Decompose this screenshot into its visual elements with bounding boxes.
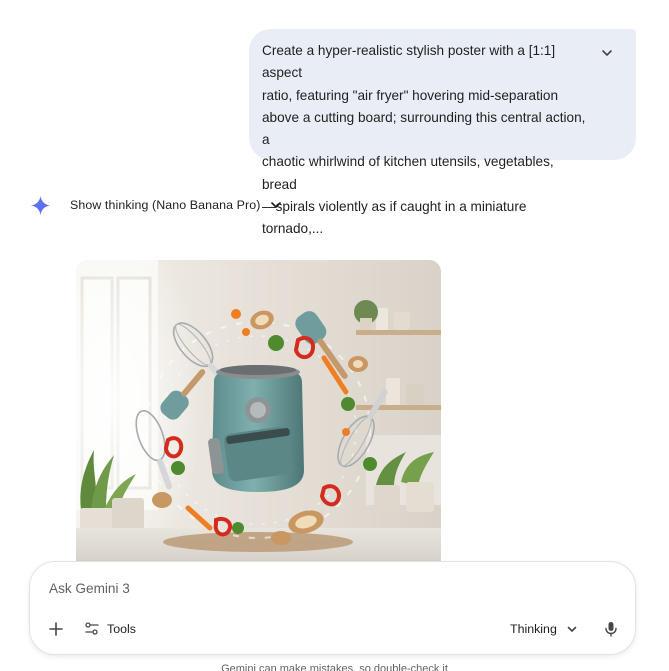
microphone-button[interactable] <box>599 617 623 641</box>
microphone-icon <box>605 622 617 637</box>
show-thinking-label[interactable]: Show thinking (Nano Banana Pro) <box>70 198 260 212</box>
chevron-down-icon <box>567 626 577 632</box>
tools-sliders-icon <box>85 622 99 635</box>
tools-button[interactable]: Tools <box>84 617 136 641</box>
user-message-bubble: Create a hyper-realistic stylish poster … <box>249 29 636 236</box>
plus-icon <box>49 622 63 636</box>
user-prompt-text: Create a hyper-realistic stylish poster … <box>262 43 586 237</box>
air-fryer-poster-illustration <box>76 260 441 570</box>
chevron-down-icon[interactable] <box>269 198 283 212</box>
prompt-composer: Tools Thinking <box>29 561 636 655</box>
model-mode-selector[interactable]: Thinking <box>510 617 578 641</box>
gemini-spark-icon <box>30 195 51 215</box>
disclaimer-text: Gemini can make mistakes, so double-chec… <box>221 663 448 671</box>
expand-chevron-icon[interactable] <box>600 46 614 60</box>
tools-label: Tools <box>107 622 136 636</box>
ask-gemini-input[interactable] <box>49 577 609 599</box>
air-fryer <box>208 365 304 492</box>
generated-image[interactable] <box>76 260 441 570</box>
add-attachment-button[interactable] <box>44 617 68 641</box>
show-thinking-row[interactable]: Show thinking (Nano Banana Pro) <box>30 193 283 217</box>
chat-page: Create a hyper-realistic stylish poster … <box>0 0 669 671</box>
mode-label: Thinking <box>510 622 557 636</box>
